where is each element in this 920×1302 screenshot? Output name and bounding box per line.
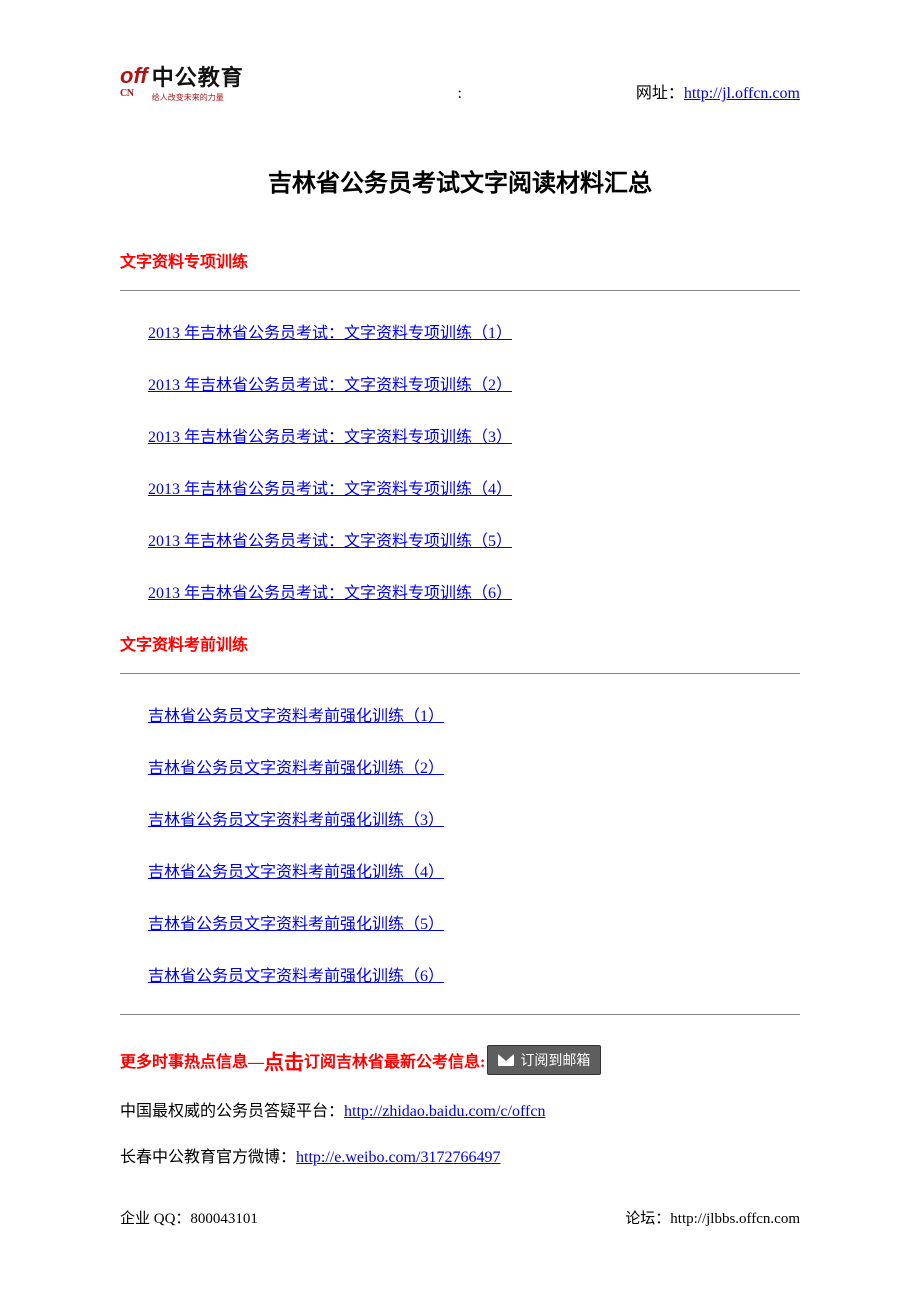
training-link[interactable]: 2013 年吉林省公务员考试：文字资料专项训练（4）	[148, 481, 512, 498]
pretest-link[interactable]: 吉林省公务员文字资料考前强化训练（3）	[148, 812, 444, 829]
section1-links: 2013 年吉林省公务员考试：文字资料专项训练（1） 2013 年吉林省公务员考…	[120, 319, 800, 603]
pretest-link[interactable]: 吉林省公务员文字资料考前强化训练（1）	[148, 708, 444, 725]
training-link[interactable]: 2013 年吉林省公务员考试：文字资料专项训练（5）	[148, 533, 512, 550]
pretest-link[interactable]: 吉林省公务员文字资料考前强化训练（5）	[148, 916, 444, 933]
page-header: off CN 中公教育 给人改变未来的力量 : 网址：http://jl.off…	[120, 60, 800, 103]
pretest-link[interactable]: 吉林省公务员文字资料考前强化训练（2）	[148, 760, 444, 777]
subscribe-button[interactable]: 订阅到邮箱	[487, 1045, 601, 1075]
page-title: 吉林省公务员考试文字阅读材料汇总	[120, 163, 800, 198]
logo: off CN 中公教育 给人改变未来的力量	[120, 60, 244, 103]
promo-suffix: 订阅吉林省最新公考信息:	[304, 1048, 485, 1072]
weibo-label: 长春中公教育官方微博：	[120, 1149, 296, 1166]
promo-line: 更多时事热点信息—点击订阅吉林省最新公考信息: 订阅到邮箱	[120, 1045, 800, 1075]
footer-forum-label: 论坛：	[625, 1211, 670, 1227]
divider	[120, 673, 800, 674]
section2-heading: 文字资料考前训练	[120, 631, 800, 655]
logo-tagline: 给人改变未来的力量	[152, 92, 244, 103]
training-link[interactable]: 2013 年吉林省公务员考试：文字资料专项训练（2）	[148, 377, 512, 394]
section1-heading: 文字资料专项训练	[120, 248, 800, 272]
header-url-block: 网址：http://jl.offcn.com	[636, 79, 800, 103]
training-link[interactable]: 2013 年吉林省公务员考试：文字资料专项训练（1）	[148, 325, 512, 342]
promo-click: 点击	[264, 1046, 304, 1075]
page-footer: 企业 QQ：800043101 论坛：http://jlbbs.offcn.co…	[120, 1207, 800, 1228]
pretest-link[interactable]: 吉林省公务员文字资料考前强化训练（4）	[148, 864, 444, 881]
training-link[interactable]: 2013 年吉林省公务员考试：文字资料专项训练（3）	[148, 429, 512, 446]
footer-qq-label: 企业 QQ：	[120, 1211, 190, 1227]
footer-forum-url: http://jlbbs.offcn.com	[670, 1211, 800, 1227]
envelope-icon	[498, 1054, 514, 1066]
subscribe-button-label: 订阅到邮箱	[520, 1050, 590, 1070]
qa-platform-line: 中国最权威的公务员答疑平台：http://zhidao.baidu.com/c/…	[120, 1097, 800, 1121]
divider	[120, 290, 800, 291]
logo-brand-name: 中公教育	[152, 60, 244, 92]
footer-qq-value: 800043101	[190, 1211, 258, 1227]
footer-qq: 企业 QQ：800043101	[120, 1207, 258, 1228]
logo-off-text: off	[120, 63, 148, 88]
divider	[120, 1014, 800, 1015]
promo-prefix: 更多时事热点信息—	[120, 1048, 264, 1072]
logo-cn-text: CN	[120, 88, 148, 99]
weibo-link[interactable]: http://e.weibo.com/3172766497	[296, 1149, 500, 1166]
weibo-line: 长春中公教育官方微博：http://e.weibo.com/3172766497	[120, 1143, 800, 1167]
logo-text-block: 中公教育 给人改变未来的力量	[152, 60, 244, 103]
footer-forum: 论坛：http://jlbbs.offcn.com	[625, 1207, 800, 1228]
header-url-link[interactable]: http://jl.offcn.com	[684, 85, 800, 102]
training-link[interactable]: 2013 年吉林省公务员考试：文字资料专项训练（6）	[148, 585, 512, 602]
qa-platform-label: 中国最权威的公务员答疑平台：	[120, 1103, 344, 1120]
header-colon: :	[458, 85, 462, 103]
pretest-link[interactable]: 吉林省公务员文字资料考前强化训练（6）	[148, 968, 444, 985]
header-url-label: 网址：	[636, 85, 684, 102]
section2-links: 吉林省公务员文字资料考前强化训练（1） 吉林省公务员文字资料考前强化训练（2） …	[120, 702, 800, 986]
qa-platform-link[interactable]: http://zhidao.baidu.com/c/offcn	[344, 1103, 545, 1120]
logo-mark: off CN	[120, 65, 148, 99]
